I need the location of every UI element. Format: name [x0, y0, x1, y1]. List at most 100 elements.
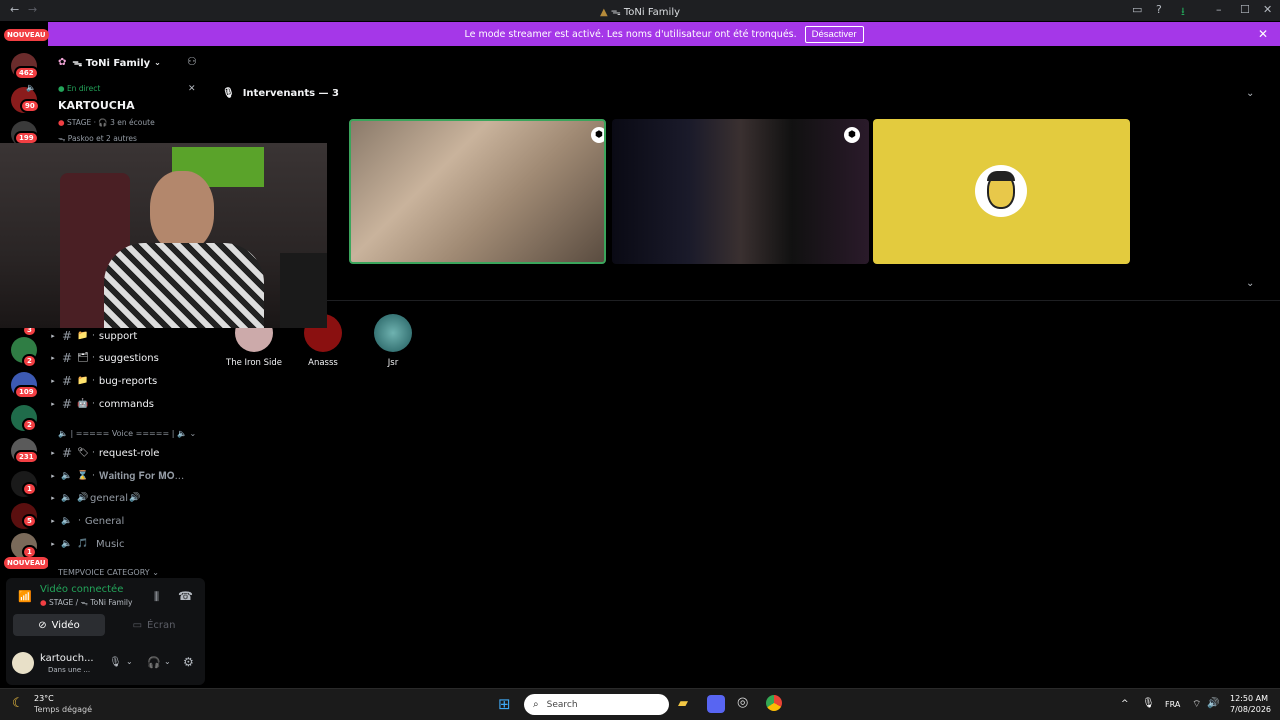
speakers-header[interactable]: 🎙 Intervenants — 3 [222, 88, 339, 99]
windows-start-icon[interactable]: ⊞ [498, 695, 511, 713]
clock-date[interactable]: 7/08/2026 [1230, 705, 1271, 714]
server-header[interactable]: ✿ ᯓ ToNi Family ⌄ ⚇ [48, 46, 208, 78]
streamer-shirt [104, 243, 264, 328]
video-button[interactable]: ⊘ Vidéo [13, 614, 105, 636]
search-placeholder: Search [546, 699, 578, 710]
weather-moon-icon: ☾ [12, 696, 24, 711]
voice-channel-waiting[interactable]: ▸ 🔈 ⌛ · 𝐖𝐚𝐢𝐭𝐢𝐧𝐠 𝐅𝐨𝐫 𝐌𝐎... [48, 466, 208, 486]
channel-name: request-role [98, 447, 160, 459]
chevron-up-icon[interactable]: ^ [1121, 699, 1129, 709]
window-title: ▲ ᯓ ToNi Family [0, 4, 1280, 18]
user-panel: kartouch... Dans une ... 🎙 ⌄ 🎧 ⌄ ⚙ [12, 650, 202, 678]
disable-streamer-button[interactable]: Désactiver [804, 25, 864, 43]
category-name: | ===== Voice ===== | [70, 429, 175, 438]
video-off-icon: ⊘ [38, 619, 47, 631]
chevron-down-icon[interactable]: ⌄ [126, 657, 133, 666]
channel-commands[interactable]: ▸ # 🤖 · commands [48, 394, 208, 414]
user-name[interactable]: kartouch... [40, 653, 94, 664]
audience-name: The Iron Side [226, 358, 282, 368]
speaker-tile[interactable]: ⬢ [612, 119, 869, 264]
file-explorer-icon[interactable]: ▰ [678, 696, 688, 711]
wifi-icon[interactable]: ⌔ [1192, 698, 1201, 711]
live-label: En direct [66, 84, 101, 93]
discord-app-icon[interactable] [707, 695, 725, 713]
avatar [975, 165, 1027, 217]
chevron-right-icon: ▸ [51, 400, 55, 408]
gear-icon[interactable]: ⚙ [183, 655, 194, 669]
new-badge: NOUVEAU [4, 29, 49, 41]
weather-description[interactable]: Temps dégagé [34, 705, 92, 714]
taskbar-search[interactable]: ⌕ Search [524, 694, 669, 715]
live-indicator: ● En direct [58, 84, 101, 93]
close-event-icon[interactable]: ✕ [188, 84, 196, 94]
volume-icon[interactable]: 🔊 [1207, 698, 1219, 709]
channel-name: suggestions [98, 352, 159, 364]
clock-time[interactable]: 12:50 AM [1230, 694, 1268, 703]
speaker-icon: 🔈 [26, 83, 36, 92]
microphone-icon[interactable]: 🎙 [109, 657, 122, 668]
signal-icon: 📶 [18, 590, 32, 603]
voice-location[interactable]: ● STAGE / ᯓ ToNi Family [40, 598, 132, 608]
tempvoice-category[interactable]: TEMPVOICE CATEGORY ⌄ [58, 568, 159, 577]
speaker-icon: 🔈 [58, 429, 68, 438]
audience-member[interactable]: Jsr [363, 314, 423, 368]
banner-message: Le mode streamer est activé. Les noms d'… [464, 28, 797, 40]
chevron-right-icon: ▸ [51, 472, 55, 480]
chevron-right-icon: ▸ [51, 540, 55, 548]
stage-main-area: 🎙 Intervenants — 3 ⌄ ⬢ ⬢ ⌄ The Iron Side … [208, 46, 1280, 685]
channel-request-role[interactable]: ▸ # 🏷 · request-role [48, 443, 208, 463]
speaker-tile[interactable] [873, 119, 1130, 264]
hash-icon: # [61, 446, 73, 460]
voice-channel-music[interactable]: ▸ 🔈 🎵 Music [48, 534, 208, 554]
hash-icon: # [61, 397, 73, 411]
chevron-down-icon[interactable]: ⌄ [164, 657, 171, 666]
channel-support[interactable]: ▸ # 📁 · support [48, 326, 208, 346]
mention-badge: 231 [14, 450, 39, 464]
channel-suggestions[interactable]: ▸ # 🗂 · suggestions [48, 348, 208, 368]
maximize-icon[interactable]: ☐ [1240, 3, 1250, 16]
voice-connection-panel: 📶 Vidéo connectée ● STAGE / ᯓ ToNi Famil… [6, 578, 205, 685]
speaker-tile[interactable]: ⬢ [349, 119, 606, 264]
channel-emoji: 🗂 [77, 353, 89, 363]
stage-info: ● STAGE · 🎧 3 en écoute [58, 118, 155, 127]
chevron-down-icon[interactable]: ⌄ [1246, 278, 1254, 289]
stage-label: STAGE [66, 118, 92, 127]
channel-emoji: 🔊 [77, 493, 89, 503]
add-member-icon[interactable]: ⚇ [187, 55, 197, 68]
section-divider [208, 300, 1280, 301]
close-banner-icon[interactable]: ✕ [1258, 27, 1268, 41]
disconnect-icon[interactable]: ☎ [178, 589, 193, 603]
live-event-title[interactable]: KARTOUCHA [58, 99, 135, 112]
download-icon[interactable]: ⭳ [1181, 3, 1185, 22]
voice-category[interactable]: 🔈 | ===== Voice ===== | 🔈 ⌄ [58, 429, 196, 438]
noise-suppression-icon[interactable]: ⫼ [154, 590, 159, 604]
obs-app-icon[interactable]: ◎ [737, 695, 748, 710]
hash-icon: # [61, 351, 73, 365]
headphones-icon[interactable]: 🎧 [147, 656, 161, 669]
voice-channel-general-2[interactable]: ▸ 🔈 · General [48, 511, 208, 531]
close-window-icon[interactable]: ✕ [1263, 3, 1272, 16]
microphone-icon[interactable]: 🎙 [1142, 698, 1155, 709]
audience-name: Jsr [387, 358, 399, 368]
screen-label: Écran [147, 619, 176, 631]
channel-bug-reports[interactable]: ▸ # 📁 · bug-reports [48, 371, 208, 391]
speaker-icon: 🔈 [61, 516, 73, 526]
listener-count: 3 en écoute [110, 118, 155, 127]
speaker-icon: 🔈 [176, 429, 187, 438]
weather-temperature[interactable]: 23°C [34, 694, 54, 703]
screen-icon: ▭ [132, 619, 143, 631]
screen-share-button[interactable]: ▭ Écran [110, 614, 198, 636]
voice-status[interactable]: Vidéo connectée [40, 584, 123, 595]
inbox-icon[interactable]: ▭ [1132, 3, 1142, 16]
speaker-icon: 🔈 [61, 493, 73, 503]
new-badge: NOUVEAU [4, 557, 49, 569]
chrome-app-icon[interactable] [766, 695, 782, 711]
input-language[interactable]: FRA [1165, 700, 1180, 709]
chevron-down-icon: ⌄ [154, 57, 161, 67]
channel-emoji: 📁 [77, 376, 89, 386]
chevron-down-icon[interactable]: ⌄ [1246, 88, 1254, 99]
avatar[interactable] [12, 652, 34, 674]
voice-channel-general[interactable]: ▸ 🔈 🔊 general 🔊 [48, 488, 208, 508]
help-icon[interactable]: ? [1156, 3, 1162, 16]
minimize-icon[interactable]: – [1216, 3, 1222, 16]
